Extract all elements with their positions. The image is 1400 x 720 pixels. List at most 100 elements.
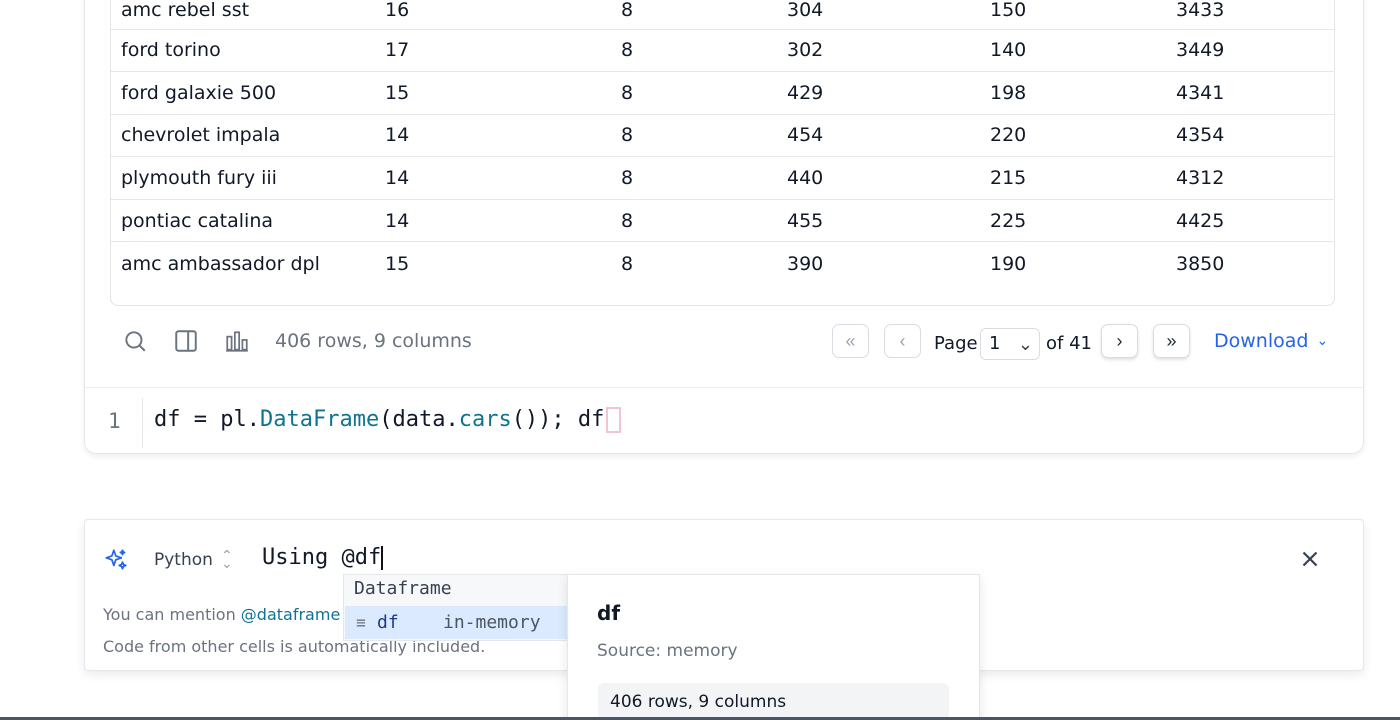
next-page-button[interactable]: › xyxy=(1101,324,1138,358)
table-cell: ford galaxie 500 xyxy=(111,71,375,115)
download-label: Download xyxy=(1214,330,1309,352)
language-select[interactable]: Python ⌃ ⌄ xyxy=(154,548,233,572)
table-cell: 390 xyxy=(787,252,824,275)
table-cell: 4312 xyxy=(1166,156,1334,200)
chart-icon[interactable] xyxy=(224,328,250,354)
table-cell: 190 xyxy=(990,252,1027,275)
chevrons-right-icon: » xyxy=(1166,330,1177,351)
language-label: Python xyxy=(154,550,213,570)
item-tag: in-memory xyxy=(443,612,541,633)
code-token: ( xyxy=(379,407,393,432)
sparkles-icon xyxy=(105,549,127,570)
table-cell: 225 xyxy=(980,199,1166,243)
table-cell: 454 xyxy=(777,114,980,158)
table-cell: 4354 xyxy=(1166,114,1334,158)
table-cell: 215 xyxy=(980,156,1166,200)
table-cell: 17 xyxy=(375,29,611,73)
table-cell: 15 xyxy=(375,71,611,115)
table-cell: 8 xyxy=(611,29,777,73)
line-number: 1 xyxy=(108,409,121,433)
table-cell: 140 xyxy=(980,29,1166,73)
chevron-left-icon: ‹ xyxy=(899,330,906,351)
editor-gutter xyxy=(142,398,143,448)
table-cell: 8 xyxy=(621,252,634,275)
table-cell: 8 xyxy=(611,0,777,30)
detail-title: df xyxy=(597,601,621,625)
table-cell: 8 xyxy=(611,71,777,115)
table-cell: 429 xyxy=(777,71,980,115)
code-editor[interactable]: df = pl.DataFrame(data.cars()); df xyxy=(154,407,622,433)
table-cell: 3850 xyxy=(1176,252,1225,275)
code-token: df xyxy=(577,407,605,432)
table-row: plymouth fury iii 14 8 440 215 4312 xyxy=(111,156,1334,200)
autocomplete-header: Dataframe xyxy=(354,578,452,599)
list-icon: ≡ xyxy=(356,613,366,632)
table-cell: 4425 xyxy=(1166,199,1334,243)
code-token: data xyxy=(392,407,446,432)
prompt-text: Using @df xyxy=(262,545,382,570)
page-select[interactable]: 1 ⌄ xyxy=(980,328,1040,360)
first-page-button[interactable]: « xyxy=(832,324,869,358)
table-cell: 15 xyxy=(385,252,410,275)
table-cell: 4341 xyxy=(1166,71,1334,115)
hint-prefix: You can mention xyxy=(103,605,241,624)
code-token: DataFrame xyxy=(260,407,380,432)
chevron-right-icon: › xyxy=(1116,330,1123,351)
table-cell: 3433 xyxy=(1166,0,1334,30)
table-row: chevrolet impala 14 8 454 220 4354 xyxy=(111,114,1334,158)
page-label: Page xyxy=(934,333,978,354)
page-total: of 41 xyxy=(1046,333,1092,354)
table-cell: amc rebel sst xyxy=(111,0,375,30)
table-cell: 304 xyxy=(777,0,980,30)
chevrons-left-icon: « xyxy=(845,330,856,351)
code-token: pl xyxy=(220,407,247,432)
chevron-updown-icon: ⌃ ⌄ xyxy=(220,548,233,572)
chevron-down-icon: ⌄ xyxy=(1017,334,1033,355)
cell-divider xyxy=(84,387,1364,388)
table-cell: 220 xyxy=(980,114,1166,158)
search-icon[interactable] xyxy=(122,328,148,354)
table-cell: 14 xyxy=(375,156,611,200)
code-token: . xyxy=(445,407,459,432)
prev-page-button[interactable]: ‹ xyxy=(884,324,921,358)
hint-mention: @dataframe xyxy=(240,605,341,624)
page-select-value: 1 xyxy=(989,333,1001,354)
table-row: amc rebel sst 16 8 304 150 3433 xyxy=(111,0,1334,30)
table-cell: amc ambassador dpl xyxy=(121,252,320,275)
table-cell: pontiac catalina xyxy=(111,199,375,243)
table-cell: ford torino xyxy=(111,29,375,73)
autocomplete-item[interactable]: ≡ df in-memory xyxy=(345,606,567,639)
detail-summary: 406 rows, 9 columns xyxy=(598,683,949,720)
table-cell: 8 xyxy=(611,199,777,243)
table-row: pontiac catalina 14 8 455 225 4425 xyxy=(111,199,1334,243)
table-cell: 14 xyxy=(375,199,611,243)
item-name: df xyxy=(377,612,399,633)
code-token: cars xyxy=(458,407,512,432)
code-token: ()); xyxy=(511,407,578,432)
table-cell: chevrolet impala xyxy=(111,114,375,158)
table-cell: 150 xyxy=(980,0,1166,30)
close-icon[interactable] xyxy=(1297,546,1323,572)
table-cell: 8 xyxy=(611,114,777,158)
detail-source: Source: memory xyxy=(597,641,738,661)
table-row: amc ambassador dpl 15 8 390 190 3850 xyxy=(111,242,1334,285)
text-caret xyxy=(381,546,384,570)
table-cell: 302 xyxy=(777,29,980,73)
table-cell: 198 xyxy=(980,71,1166,115)
table-cell: 455 xyxy=(777,199,980,243)
table-cell: 14 xyxy=(375,114,611,158)
mention-hint: You can mention @dataframe xyxy=(103,605,340,624)
download-button[interactable]: Download ⌄ xyxy=(1214,330,1328,352)
chevron-down-icon: ⌄ xyxy=(1316,333,1329,349)
last-page-button[interactable]: » xyxy=(1153,324,1190,358)
code-token: = xyxy=(180,407,221,432)
table-cell: 440 xyxy=(777,156,980,200)
table-row: ford torino 17 8 302 140 3449 xyxy=(111,29,1334,73)
dataframe-table: amc rebel sst 16 8 304 150 3433 ford torino 17 8… xyxy=(110,0,1335,306)
table-cell: 8 xyxy=(611,156,777,200)
code-token: df xyxy=(154,407,181,432)
table-row: ford galaxie 500 15 8 429 198 4341 xyxy=(111,71,1334,115)
columns-icon[interactable] xyxy=(173,328,199,354)
ai-prompt-input[interactable]: Using @df xyxy=(262,545,384,570)
table-cell: plymouth fury iii xyxy=(111,156,375,200)
